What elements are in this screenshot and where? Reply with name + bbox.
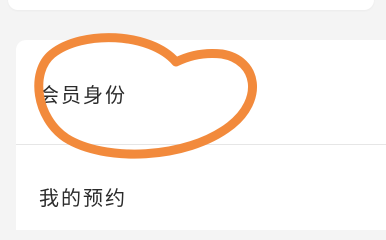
menu-item-membership[interactable]: 会员身份 — [16, 84, 386, 106]
menu-card: 会员身份 我的预约 — [16, 40, 386, 230]
divider — [16, 144, 386, 145]
menu-item-label: 我的预约 — [39, 186, 127, 210]
menu-item-my-bookings[interactable]: 我的预约 — [16, 187, 386, 209]
previous-card — [8, 0, 374, 10]
menu-item-label: 会员身份 — [39, 83, 127, 107]
